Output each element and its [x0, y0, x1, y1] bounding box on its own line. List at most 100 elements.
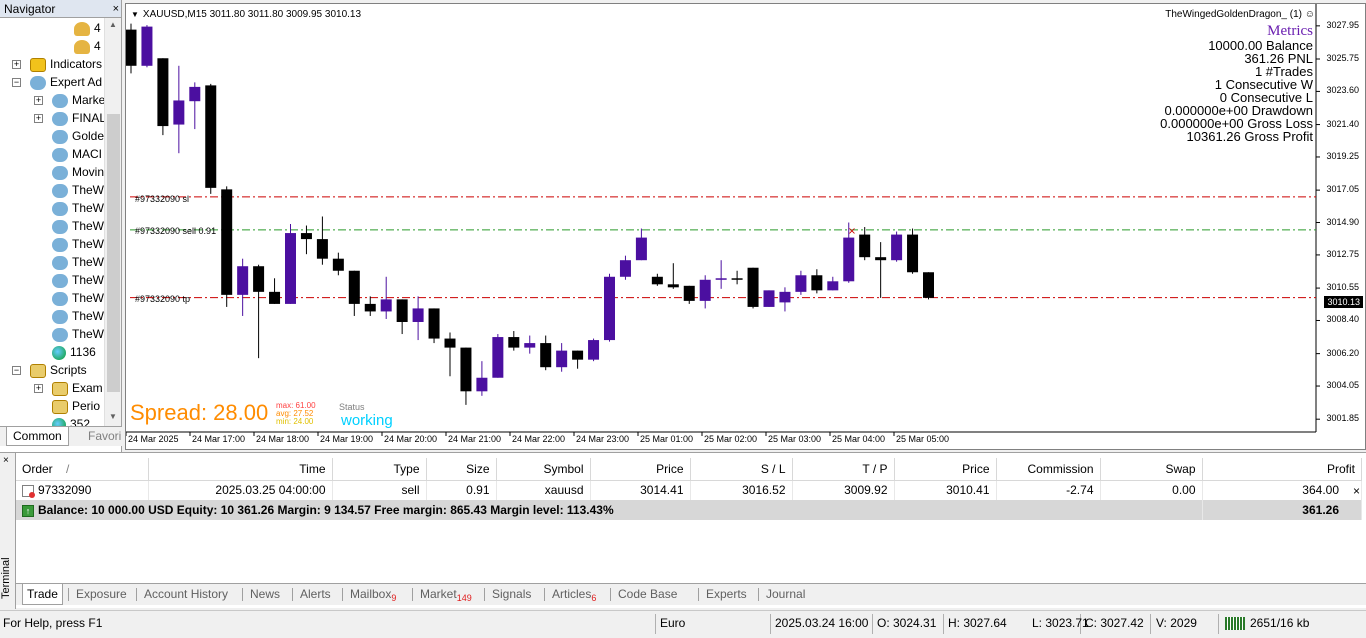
- close-order-button[interactable]: ×: [1353, 484, 1360, 498]
- tree-item[interactable]: TheW: [52, 217, 104, 235]
- status-divider: [770, 614, 771, 634]
- terminal-close-button[interactable]: ×: [3, 455, 9, 466]
- bullish-candle: [141, 26, 153, 66]
- tab-market[interactable]: Market149: [416, 584, 476, 605]
- expert-advisor-icon: [52, 201, 68, 216]
- tab-divider: [544, 588, 545, 601]
- tree-item-label: 4: [94, 21, 101, 35]
- bearish-candle: [859, 234, 871, 258]
- tab-code-base[interactable]: Code Base: [614, 584, 681, 605]
- column-time[interactable]: Time: [148, 458, 333, 481]
- tree-item[interactable]: TheW: [52, 253, 104, 271]
- tab-alerts[interactable]: Alerts: [296, 584, 335, 605]
- tree-item[interactable]: Movin: [52, 163, 104, 181]
- tree-item[interactable]: Golde: [52, 127, 104, 145]
- column-commission[interactable]: Commission: [996, 458, 1101, 481]
- navigator-tabs: Common Favori: [0, 426, 122, 446]
- navigator-scroll-thumb[interactable]: [107, 114, 120, 392]
- bearish-candle: [460, 347, 472, 392]
- tree-item[interactable]: TheW: [52, 289, 104, 307]
- spread-value: Spread: 28.00: [130, 400, 269, 425]
- terminal-tabs: Trade Exposure Account History News Alerts Ma…: [16, 583, 1366, 605]
- column-take-profit[interactable]: T / P: [792, 458, 895, 481]
- tab-news[interactable]: News: [246, 584, 284, 605]
- tree-item[interactable]: 4: [74, 37, 101, 55]
- scroll-down-arrow-icon[interactable]: ▼: [109, 412, 117, 421]
- column-current-price[interactable]: Price: [894, 458, 997, 481]
- y-tick-label: 3004.05: [1326, 380, 1359, 391]
- tab-divider: [242, 588, 243, 601]
- tab-articles[interactable]: Articles6: [548, 584, 600, 605]
- tab-signals[interactable]: Signals: [488, 584, 535, 605]
- tab-trade[interactable]: Trade: [22, 584, 63, 605]
- navigator-close-button[interactable]: ×: [113, 0, 119, 18]
- column-size[interactable]: Size: [426, 458, 497, 481]
- scroll-up-arrow-icon[interactable]: ▲: [109, 20, 117, 29]
- column-symbol[interactable]: Symbol: [496, 458, 591, 481]
- navigator-scrollbar[interactable]: ▲ ▼: [104, 18, 121, 426]
- y-tick-label: 3019.25: [1326, 150, 1359, 161]
- spread-stats: max: 61.00 avg: 27.52 min: 24.00: [276, 402, 316, 426]
- column-open-price[interactable]: Price: [590, 458, 691, 481]
- current-price-tag: 3010.13: [1324, 296, 1363, 308]
- bullish-candle: [619, 260, 631, 277]
- column-order[interactable]: Order /: [16, 458, 149, 481]
- tab-exposure[interactable]: Exposure: [72, 584, 131, 605]
- bearish-candle: [572, 350, 584, 360]
- tree-item[interactable]: TheW: [52, 325, 104, 343]
- connection-bars-icon: [1225, 617, 1245, 630]
- tree-expander-icon[interactable]: +: [12, 60, 21, 69]
- table-row[interactable]: 97332090 2025.03.25 04:00:00 sell 0.91 x…: [16, 480, 1362, 500]
- column-stop-loss[interactable]: S / L: [690, 458, 793, 481]
- bullish-candle: [524, 343, 536, 348]
- tree-item[interactable]: TheW: [52, 181, 104, 199]
- tree-item[interactable]: MACI: [52, 145, 102, 163]
- trade-table: Order / Time Type Size Symbol Price S / …: [16, 458, 1362, 520]
- tab-badge: 149: [456, 593, 472, 603]
- tab-experts[interactable]: Experts: [702, 584, 751, 605]
- tree-expander-icon[interactable]: +: [34, 384, 43, 393]
- tree-item[interactable]: FINAL: [52, 109, 104, 127]
- tree-expander-icon[interactable]: −: [12, 366, 21, 375]
- tab-divider: [412, 588, 413, 601]
- cell-type: sell: [332, 480, 427, 500]
- tab-common[interactable]: Common: [6, 427, 69, 446]
- tree-item[interactable]: TheW: [52, 235, 104, 253]
- tree-item-label: TheW: [72, 309, 104, 323]
- tree-item[interactable]: 1136: [52, 343, 96, 361]
- chart-window[interactable]: × ▼ XAUUSD,M15 3011.80 3011.80 3009.95 30…: [125, 3, 1366, 450]
- tree-item[interactable]: Marke: [52, 91, 104, 109]
- tab-account-history[interactable]: Account History: [140, 584, 232, 605]
- account-icon: [74, 39, 90, 54]
- tree-item[interactable]: Expert Ad: [30, 73, 102, 91]
- account-icon: [74, 21, 90, 36]
- profile-name[interactable]: Euro: [660, 616, 685, 630]
- column-swap[interactable]: Swap: [1100, 458, 1203, 481]
- tab-journal[interactable]: Journal: [762, 584, 809, 605]
- column-type[interactable]: Type: [332, 458, 427, 481]
- tab-favorites[interactable]: Favori: [82, 427, 127, 446]
- tree-item[interactable]: 4: [74, 19, 101, 37]
- bar-low: L: 3023.71: [1032, 616, 1089, 630]
- tree-item[interactable]: Indicators: [30, 55, 102, 73]
- tree-item[interactable]: Exam: [52, 379, 103, 397]
- tree-expander-icon[interactable]: −: [12, 78, 21, 87]
- spread-min: min: 24.00: [276, 417, 314, 426]
- bullish-candle: [380, 299, 392, 312]
- bearish-candle: [300, 233, 312, 240]
- tree-item[interactable]: Scripts: [30, 361, 87, 379]
- expert-advisor-icon: [30, 75, 46, 90]
- tab-label: Mailbox: [350, 587, 392, 601]
- tree-expander-icon[interactable]: +: [34, 96, 43, 105]
- tab-mailbox[interactable]: Mailbox9: [346, 584, 400, 605]
- column-profit[interactable]: Profit: [1202, 458, 1362, 481]
- tree-item[interactable]: Perio: [52, 397, 100, 415]
- tree-item[interactable]: TheW: [52, 199, 104, 217]
- cell-open-price: 3014.41: [590, 480, 691, 500]
- tree-item[interactable]: 352: [52, 415, 90, 426]
- tree-item[interactable]: TheW: [52, 307, 104, 325]
- cell-time: 2025.03.25 04:00:00: [148, 480, 333, 500]
- tree-item[interactable]: TheW: [52, 271, 104, 289]
- tree-expander-icon[interactable]: +: [34, 114, 43, 123]
- y-tick-label: 3014.90: [1326, 216, 1359, 227]
